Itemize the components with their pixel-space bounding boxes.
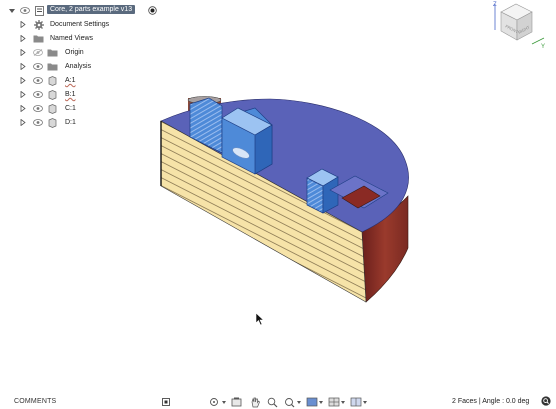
component-icon [47,88,58,101]
gear-icon [33,18,44,31]
model-viewport[interactable] [150,88,420,303]
look-at-icon[interactable] [229,397,244,408]
document-icon [34,4,45,17]
find-icon[interactable] [541,396,551,406]
eye-icon[interactable] [33,116,43,129]
folder-icon [47,60,58,73]
grid-icon[interactable] [327,397,346,408]
viewcube[interactable]: Z Y FRONT RIGHT [488,0,548,52]
browser-root-row[interactable]: Core, 2 parts example v13 [0,4,200,17]
eye-icon[interactable] [20,4,30,17]
browser-item-label: B:1 [65,91,76,98]
browser-item-a1[interactable]: A:1 [0,74,200,87]
browser-item-label: C:1 [65,105,76,112]
component-icon [47,102,58,115]
expand-arrow-icon[interactable] [18,116,28,129]
browser-item-label: Analysis [65,63,92,70]
folder-icon [47,46,58,59]
comments-toggle-icon[interactable] [162,398,170,406]
collapse-arrow-icon[interactable] [7,4,17,17]
root-component-label[interactable]: Core, 2 parts example v13 [47,5,136,14]
browser-item-named-views[interactable]: Named Views [0,32,200,45]
browser-item-label: Origin [65,49,84,56]
expand-arrow-icon[interactable] [18,88,28,101]
navigation-toolbar [207,396,368,408]
viewports-icon[interactable] [349,397,368,408]
browser-item-analysis[interactable]: Analysis [0,60,200,73]
fit-icon[interactable] [283,397,302,408]
y-axis-label: Y [541,44,545,50]
bottom-bar: COMMENTS 2 Faces | Angle : 0.0 deg [0,395,556,409]
zoom-icon[interactable] [265,397,280,408]
browser-item-label: D:1 [65,119,76,126]
expand-arrow-icon[interactable] [18,18,28,31]
eye-icon[interactable] [33,102,43,115]
expand-arrow-icon[interactable] [18,102,28,115]
selection-status: 2 Faces | Angle : 0.0 deg [452,398,530,405]
display-settings-icon[interactable] [305,397,324,408]
browser-item-label: A:1 [65,77,76,84]
folder-icon [33,32,44,45]
eye-icon[interactable] [33,60,43,73]
comments-label[interactable]: COMMENTS [14,398,56,405]
pan-icon[interactable] [247,397,262,408]
component-icon [47,116,58,129]
browser-item-label: Document Settings [50,21,110,28]
expand-arrow-icon[interactable] [18,74,28,87]
expand-arrow-icon[interactable] [18,46,28,59]
eye-icon[interactable] [33,88,43,101]
browser-item-label: Named Views [50,35,94,42]
browser-item-origin[interactable]: Origin [0,46,200,59]
expand-arrow-icon[interactable] [18,60,28,73]
orbit-icon[interactable] [207,397,226,408]
expand-arrow-icon[interactable] [18,32,28,45]
eye-icon[interactable] [33,74,43,87]
browser-item-document-settings[interactable]: Document Settings [0,18,200,31]
z-axis-label: Z [493,2,497,8]
component-icon [47,74,58,87]
mouse-cursor-icon [255,312,265,326]
eye-hidden-icon[interactable] [33,46,43,59]
activate-radio-icon[interactable] [147,4,158,17]
